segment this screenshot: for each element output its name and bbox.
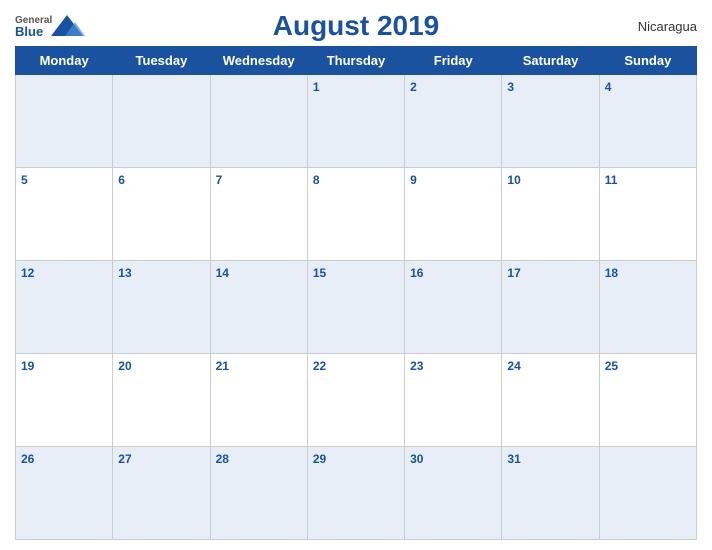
calendar-week-row: 26 27 28 29 30 31 — [16, 447, 697, 540]
day-number: 6 — [118, 173, 125, 187]
day-number: 11 — [605, 173, 618, 187]
weekday-header-saturday: Saturday — [502, 47, 599, 75]
day-number: 27 — [118, 452, 131, 466]
calendar-header: General Blue August 2019 Nicaragua — [15, 10, 697, 42]
day-number: 26 — [21, 452, 34, 466]
weekday-header-friday: Friday — [405, 47, 502, 75]
calendar-day-6: 6 — [113, 168, 210, 261]
day-number: 28 — [216, 452, 229, 466]
calendar-title-area: August 2019 — [105, 10, 607, 42]
calendar-day-5: 5 — [16, 168, 113, 261]
calendar-day-3: 3 — [502, 75, 599, 168]
day-number: 21 — [216, 359, 229, 373]
calendar-day-13: 13 — [113, 261, 210, 354]
calendar-day-2: 2 — [405, 75, 502, 168]
weekday-header-tuesday: Tuesday — [113, 47, 210, 75]
day-number: 16 — [410, 266, 423, 280]
day-number: 20 — [118, 359, 131, 373]
calendar-day-17: 17 — [502, 261, 599, 354]
weekday-header-row: MondayTuesdayWednesdayThursdayFridaySatu… — [16, 47, 697, 75]
day-number: 10 — [507, 173, 520, 187]
day-number: 8 — [313, 173, 320, 187]
calendar-title: August 2019 — [273, 10, 440, 41]
calendar-day-10: 10 — [502, 168, 599, 261]
day-number: 29 — [313, 452, 326, 466]
calendar-day-20: 20 — [113, 354, 210, 447]
weekday-header-thursday: Thursday — [307, 47, 404, 75]
weekday-header-monday: Monday — [16, 47, 113, 75]
day-number: 1 — [313, 80, 320, 94]
day-number: 4 — [605, 80, 612, 94]
logo: General Blue — [15, 10, 105, 42]
day-number: 7 — [216, 173, 223, 187]
day-number: 3 — [507, 80, 514, 94]
day-number: 30 — [410, 452, 423, 466]
calendar-day-4: 4 — [599, 75, 696, 168]
day-number: 19 — [21, 359, 34, 373]
calendar-day-9: 9 — [405, 168, 502, 261]
day-number: 25 — [605, 359, 618, 373]
day-number: 31 — [507, 452, 520, 466]
calendar-week-row: 19 20 21 22 23 24 25 — [16, 354, 697, 447]
day-number: 24 — [507, 359, 520, 373]
calendar-day-26: 26 — [16, 447, 113, 540]
calendar-day-19: 19 — [16, 354, 113, 447]
calendar-day-25: 25 — [599, 354, 696, 447]
calendar-day-empty — [16, 75, 113, 168]
calendar-day-30: 30 — [405, 447, 502, 540]
calendar-day-15: 15 — [307, 261, 404, 354]
calendar-day-29: 29 — [307, 447, 404, 540]
calendar-day-18: 18 — [599, 261, 696, 354]
calendar-day-empty — [210, 75, 307, 168]
calendar-day-27: 27 — [113, 447, 210, 540]
day-number: 17 — [507, 266, 520, 280]
calendar-day-22: 22 — [307, 354, 404, 447]
calendar-table: MondayTuesdayWednesdayThursdayFridaySatu… — [15, 46, 697, 540]
calendar-day-14: 14 — [210, 261, 307, 354]
day-number: 13 — [118, 266, 131, 280]
calendar-day-24: 24 — [502, 354, 599, 447]
calendar-day-empty — [113, 75, 210, 168]
day-number: 5 — [21, 173, 28, 187]
day-number: 2 — [410, 80, 417, 94]
calendar-day-21: 21 — [210, 354, 307, 447]
day-number: 23 — [410, 359, 423, 373]
calendar-day-23: 23 — [405, 354, 502, 447]
calendar-day-8: 8 — [307, 168, 404, 261]
day-number: 12 — [21, 266, 34, 280]
calendar-week-row: 12 13 14 15 16 17 18 — [16, 261, 697, 354]
weekday-header-wednesday: Wednesday — [210, 47, 307, 75]
day-number: 22 — [313, 359, 326, 373]
day-number: 18 — [605, 266, 618, 280]
calendar-day-7: 7 — [210, 168, 307, 261]
weekday-header-sunday: Sunday — [599, 47, 696, 75]
day-number: 15 — [313, 266, 326, 280]
logo-svg: General Blue — [15, 10, 95, 42]
calendar-day-16: 16 — [405, 261, 502, 354]
calendar-week-row: 5 6 7 8 9 10 11 — [16, 168, 697, 261]
day-number: 14 — [216, 266, 229, 280]
calendar-day-empty — [599, 447, 696, 540]
calendar-day-12: 12 — [16, 261, 113, 354]
country-label: Nicaragua — [607, 19, 697, 34]
calendar-day-28: 28 — [210, 447, 307, 540]
svg-text:Blue: Blue — [15, 24, 43, 39]
calendar-day-31: 31 — [502, 447, 599, 540]
calendar-day-1: 1 — [307, 75, 404, 168]
calendar-week-row: 1 2 3 4 — [16, 75, 697, 168]
calendar-day-11: 11 — [599, 168, 696, 261]
day-number: 9 — [410, 173, 417, 187]
